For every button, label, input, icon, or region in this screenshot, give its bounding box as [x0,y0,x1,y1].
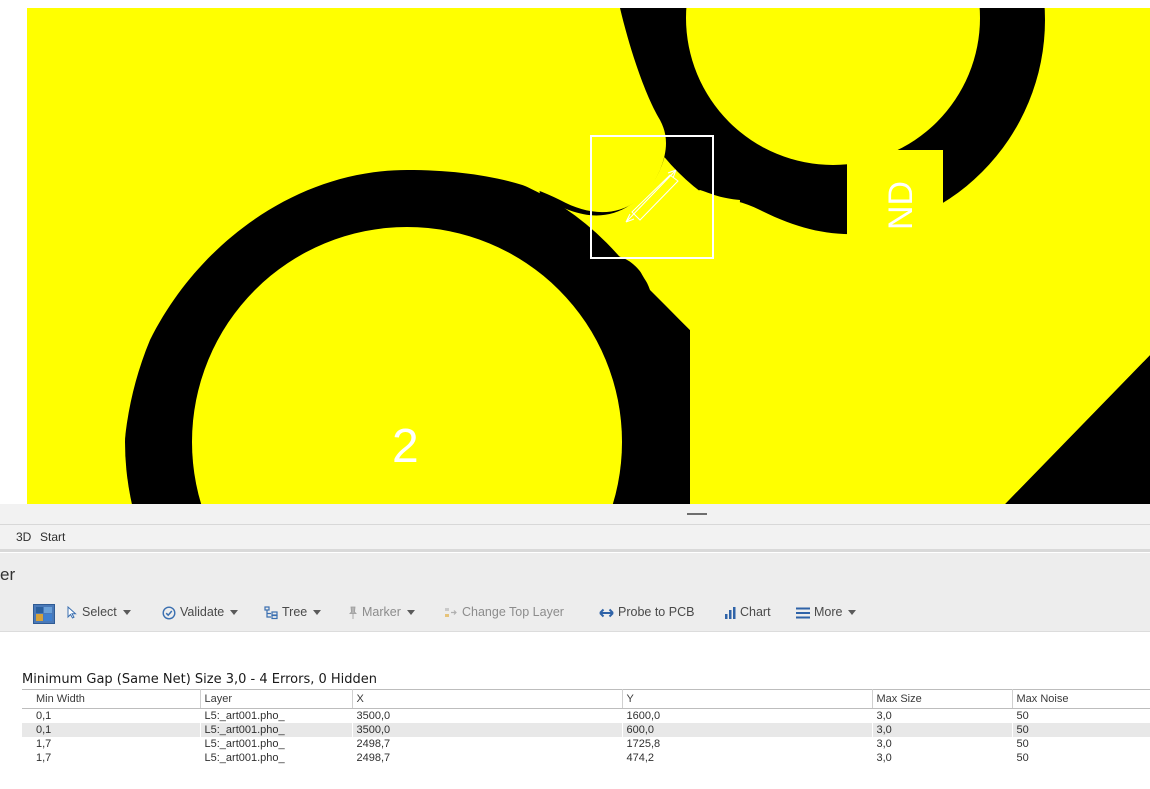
validate-label: Validate [180,605,225,619]
chevron-down-icon[interactable] [406,610,415,616]
chart-label: Chart [740,605,771,619]
change-layer-icon [445,607,457,617]
table-cell: 1725,8 [626,738,661,750]
table-cell: 3,0 [876,710,892,722]
splitter-grip-icon[interactable] [687,513,707,515]
tree-icon [264,606,278,619]
table-cell: 3,0 [876,752,892,764]
pcb-viewport[interactable]: 2 ND [0,0,1150,510]
table-row[interactable]: 0,1 L5:_art001.pho_ 3500,0 600,0 3,0 50 [22,723,1150,737]
tab-3d[interactable]: 3D [16,530,31,544]
column-header[interactable]: Max Size [872,689,1013,709]
table-cell: L5:_art001.pho_ [204,710,285,722]
results-title: Minimum Gap (Same Net) Size 3,0 - 4 Erro… [22,672,378,687]
table-cell: L5:_art001.pho_ [204,752,285,764]
table-cell: 0,1 [36,710,52,722]
viewport-left-margin [0,0,27,510]
app-window: 2 ND 3D Start er Select Validate Tree Ma… [0,0,1150,789]
table-cell: 600,0 [622,723,872,737]
more-label: More [814,605,843,619]
table-cell: 1600,0 [626,710,661,722]
table-cell: 3,0 [876,738,892,750]
change-top-layer-label: Change Top Layer [462,605,564,619]
check-circle-icon [162,606,176,620]
column-header[interactable]: Y [622,689,873,709]
change-top-layer-button[interactable]: Change Top Layer [444,603,564,621]
marker-label: Marker [362,605,401,619]
column-header[interactable]: X [352,689,623,709]
marker-pin-icon [349,606,357,619]
table-cell: 474,2 [626,752,655,764]
results-panel: Minimum Gap (Same Net) Size 3,0 - 4 Erro… [0,632,1150,789]
table-row[interactable]: 1,7 L5:_art001.pho_ 2498,7 474,2 3,0 50 [22,751,1150,765]
table-cell: L5:_art001.pho_ [204,738,285,750]
panel-header: er [0,553,1150,593]
table-cell: 2498,7 [356,752,391,764]
hamburger-icon [796,607,810,619]
table-cell: 0,1 [22,723,200,737]
pad-label-2: 2 [392,420,419,473]
chevron-down-icon[interactable] [313,610,322,616]
table-cell: 50 [1016,738,1029,750]
column-header[interactable]: Max Noise [1012,689,1150,709]
pad-label-nd: ND [882,181,920,230]
table-cell: 1,7 [36,738,52,750]
probe-to-pcb-button[interactable]: Probe to PCB [599,603,694,621]
panel-splitter[interactable] [0,504,1150,525]
table-cell: 50 [1012,723,1150,737]
table-cell: 1,7 [36,752,52,764]
table-row[interactable]: 1,7 L5:_art001.pho_ 2498,7 1725,8 3,0 50 [22,737,1150,751]
probe-label: Probe to PCB [618,605,695,619]
panel-title: er [0,565,16,584]
column-header[interactable]: Layer [200,689,353,709]
pcb-canvas[interactable]: 2 ND [0,0,1150,510]
tree-label: Tree [282,605,308,619]
chart-button[interactable]: Chart [724,603,771,621]
table-cell: 3,0 [872,723,1012,737]
marker-button[interactable]: Marker [348,603,415,621]
table-header-row: Min Width Layer X Y Max Size Max Noise [22,689,1150,709]
table-cell: L5:_art001.pho_ [200,723,352,737]
layer-display-icon[interactable] [33,604,55,624]
cursor-icon [67,606,77,619]
table-row[interactable]: 0,1 L5:_art001.pho_ 3500,0 1600,0 3,0 50 [22,709,1150,724]
select-button[interactable]: Select [66,603,131,621]
probe-arrows-icon [599,608,614,617]
menu-tab-bar: 3D Start [0,525,1150,552]
tree-button[interactable]: Tree [264,603,322,621]
chevron-down-icon[interactable] [230,610,239,616]
chevron-down-icon[interactable] [848,610,857,616]
table-cell: 3500,0 [356,710,391,722]
results-table: Min Width Layer X Y Max Size Max Noise 0… [22,689,1150,765]
table-cell: 50 [1016,752,1029,764]
table-cell: 3500,0 [352,723,622,737]
chevron-down-icon[interactable] [122,610,131,616]
tab-start[interactable]: Start [40,530,65,544]
more-button[interactable]: More [796,603,857,621]
table-cell: 50 [1016,710,1029,722]
table-cell: 2498,7 [356,738,391,750]
select-label: Select [82,605,117,619]
column-header[interactable]: Min Width [22,689,201,709]
viewport-top-margin [0,0,1150,8]
chart-bars-icon [725,606,736,619]
validate-button[interactable]: Validate [162,603,239,621]
